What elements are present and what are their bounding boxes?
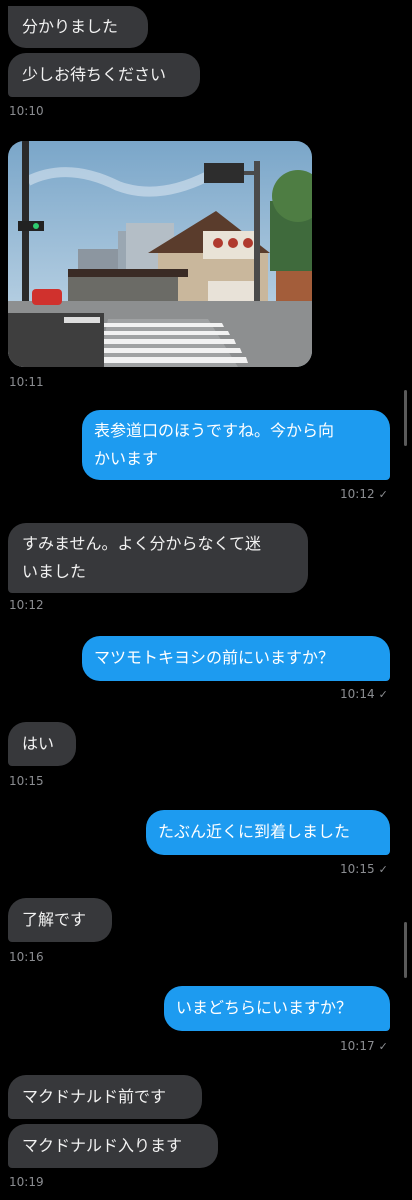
message-bubble[interactable]: 分かりました [8,6,148,48]
message-bubble[interactable]: 表参道口のほうですね。今から向 かいます [82,410,390,480]
message-timestamp: 10:12 ✓ [340,487,388,501]
message-text-line: 表参道口のほうですね。今から向 [94,421,335,440]
message-text-line: すみません。よく分からなくて迷 [22,534,262,553]
message-text: マツモトキヨシの前にいますか？ [94,648,335,667]
message-bubble[interactable]: マクドナルド前です [8,1075,202,1119]
message-bubble[interactable]: いまどちらにいますか？ [164,986,390,1031]
message-text: いまどちらにいますか？ [176,998,353,1017]
message-timestamp: 10:12 [9,598,44,612]
message-timestamp: 10:11 [9,375,44,389]
read-check-icon: ✓ [378,863,388,876]
message-bubble[interactable]: 了解です [8,898,112,942]
station-photo [8,141,312,367]
message-bubble[interactable]: たぶん近くに到着しました [146,810,390,855]
message-bubble[interactable]: 少しお待ちください [8,53,200,97]
scrollbar-thumb[interactable] [404,922,407,978]
message-timestamp: 10:15 [9,774,44,788]
photo-message[interactable] [8,141,312,367]
message-timestamp: 10:15 ✓ [340,862,388,876]
message-text-line: いました [22,562,87,581]
message-timestamp: 10:10 [9,104,44,118]
message-timestamp: 10:16 [9,950,44,964]
message-text: 少しお待ちください [22,65,167,84]
message-bubble[interactable]: マツモトキヨシの前にいますか？ [82,636,390,681]
message-timestamp: 10:19 [9,1175,44,1189]
message-text: 分かりました [22,17,119,36]
message-text: マクドナルド入ります [22,1136,183,1155]
message-text: 了解です [22,910,87,929]
message-bubble[interactable]: はい [8,722,76,766]
read-check-icon: ✓ [378,488,388,501]
message-text-line: かいます [94,449,159,468]
message-timestamp: 10:14 ✓ [340,687,388,701]
message-text: たぶん近くに到着しました [158,822,351,841]
read-check-icon: ✓ [378,1040,388,1053]
message-text: はい [22,734,55,753]
read-check-icon: ✓ [378,688,388,701]
scrollbar-thumb[interactable] [404,390,407,446]
message-text: マクドナルド前です [22,1087,167,1106]
message-bubble[interactable]: マクドナルド入ります [8,1124,218,1168]
message-bubble[interactable]: すみません。よく分からなくて迷 いました [8,523,308,593]
message-timestamp: 10:17 ✓ [340,1039,388,1053]
